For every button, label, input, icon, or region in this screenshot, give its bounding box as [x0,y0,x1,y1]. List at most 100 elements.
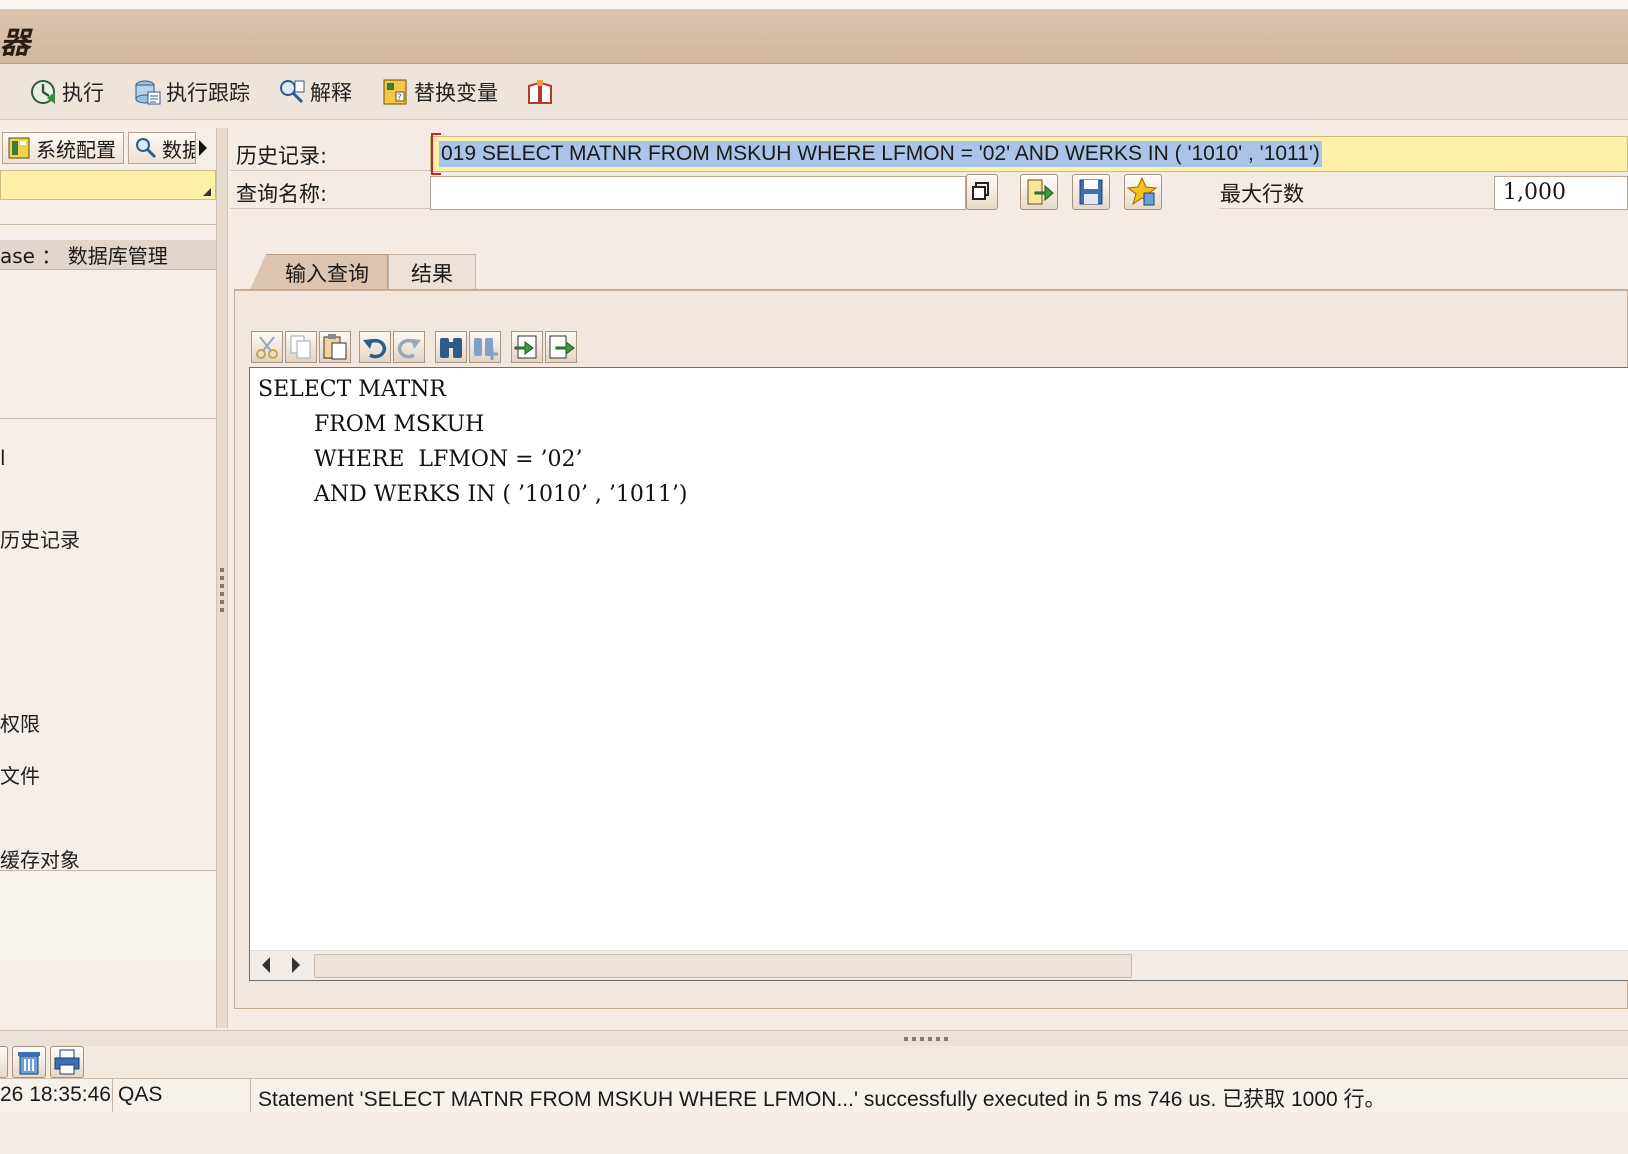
copy-window-icon [972,182,989,200]
tab-results[interactable]: 结果 [388,254,476,290]
find-next-button[interactable] [469,331,501,363]
history-label: 历史记录: [236,144,328,168]
explain-icon [278,78,306,106]
tab-results-label: 结果 [411,261,453,286]
left-panel-tabs: 系统配置 数据 [0,132,216,166]
horizontal-scrollbar[interactable] [250,950,1628,980]
explain-label: 解释 [310,81,352,105]
status-bar: 26 18:35:46 QAS Statement 'SELECT MATNR … [0,1078,1628,1113]
copy-icon [290,335,311,359]
import-button[interactable] [511,331,543,363]
binoculars-icon [440,338,462,358]
save-icon [1079,179,1103,205]
nav-item-permissions[interactable]: 权限 [0,708,40,737]
tab-system-config[interactable]: 系统配置 [2,132,124,164]
scrollbar-thumb[interactable] [314,954,1132,978]
tab-input-query[interactable]: 输入查询 [250,254,388,290]
scroll-right-icon[interactable] [292,957,300,973]
export-icon [549,335,575,359]
nav-item[interactable]: l [0,446,6,470]
replace-variables-label: 替换变量 [414,81,498,105]
history-dropdown[interactable]: 019 SELECT MATNR FROM MSKUH WHERE LFMON … [430,133,1628,175]
paste-button[interactable] [319,331,351,363]
vertical-splitter[interactable] [216,128,228,1028]
window-top-edge [0,0,1628,10]
paste-icon [323,334,347,360]
tab-input-query-label: 输入查询 [285,261,369,286]
query-name-input[interactable] [430,176,966,210]
execute-button[interactable]: 执行 [30,76,104,108]
left-panel-lower-area [0,871,216,961]
query-name-lookup-button[interactable] [966,174,998,210]
window-title: 器 [0,26,30,61]
left-panel-selector[interactable] [0,170,216,200]
divider [112,1079,113,1113]
query-name-label: 查询名称: [236,182,328,206]
config-icon [7,136,33,160]
divider [1220,208,1494,209]
export-button[interactable] [545,331,577,363]
resize-corner-icon [203,188,211,196]
nav-item-history[interactable]: 历史记录 [0,524,80,553]
open-book-button[interactable] [526,76,558,108]
splitter-grip-icon [904,1037,952,1041]
load-query-button[interactable] [1020,174,1058,210]
scroll-left-icon[interactable] [262,957,270,973]
tab-data-label: 数据 [162,137,195,162]
sql-editor[interactable]: SELECT MATNR FROM MSKUH WHERE LFMON = ’0… [249,367,1628,981]
tab-content: SELECT MATNR FROM MSKUH WHERE LFMON = ’0… [234,289,1628,1009]
status-message: Statement 'SELECT MATNR FROM MSKUH WHERE… [258,1088,1386,1111]
load-icon [1027,179,1054,205]
tab-data[interactable]: 数据 [128,132,196,164]
window-bottom-edge [0,1112,1628,1154]
cut-button[interactable] [251,331,283,363]
undo-icon [363,338,387,359]
app-toolbar: 执行 执行跟踪 解释 ? 替换变量 [0,64,1628,120]
divider [230,170,430,171]
tab-system-config-label: 系统配置 [36,137,116,162]
status-datetime: 26 18:35:46 [0,1083,111,1106]
delete-button[interactable] [12,1046,46,1078]
undo-button[interactable] [359,331,391,363]
left-panel: 系统配置 数据 ase ： 数据库管理 l 历史记录 权限 文件 缓存对象 [0,128,216,1028]
status-system: QAS [118,1083,163,1106]
book-icon [526,78,554,106]
sql-code: SELECT MATNR FROM MSKUH WHERE LFMON = ’0… [258,377,688,507]
partial-button[interactable] [0,1046,8,1078]
tab-scroll-right-icon[interactable] [199,140,207,156]
star-delete-icon [1126,176,1158,206]
save-query-button[interactable] [1072,174,1110,210]
svg-text:?: ? [397,93,402,103]
divider [250,1079,251,1113]
history-value: 019 SELECT MATNR FROM MSKUH WHERE LFMON … [439,141,1322,167]
scissors-icon [256,336,278,359]
binoculars-plus-icon [474,338,498,360]
favorite-button[interactable] [1124,174,1162,210]
bottom-toolbar [0,1046,1628,1078]
magnifier-icon [133,136,159,160]
nav-item-files[interactable]: 文件 [0,760,40,789]
left-panel-header: ase ： 数据库管理 [0,240,216,270]
import-icon [514,335,537,359]
copy-button[interactable] [285,331,317,363]
print-button[interactable] [50,1046,84,1078]
max-rows-input[interactable]: 1,000 [1494,176,1628,210]
explain-button[interactable]: 解释 [278,76,352,108]
divider [0,418,216,419]
main-area: 历史记录: 019 SELECT MATNR FROM MSKUH WHERE … [230,128,1628,1028]
execute-trace-button[interactable]: 执行跟踪 [134,76,250,108]
execute-label: 执行 [62,81,104,105]
divider [230,208,430,209]
database-trace-icon [134,78,162,106]
redo-icon [397,338,421,359]
horizontal-splitter[interactable] [0,1030,1628,1046]
title-bar: 器 [0,10,1628,64]
divider [0,224,216,225]
splitter-grip-icon [220,568,224,616]
redo-button[interactable] [393,331,425,363]
execute-trace-label: 执行跟踪 [166,81,250,105]
replace-variables-button[interactable]: ? 替换变量 [382,76,498,108]
trash-icon [18,1052,40,1075]
find-button[interactable] [435,331,467,363]
nav-item-cache-objects[interactable]: 缓存对象 [0,844,80,873]
